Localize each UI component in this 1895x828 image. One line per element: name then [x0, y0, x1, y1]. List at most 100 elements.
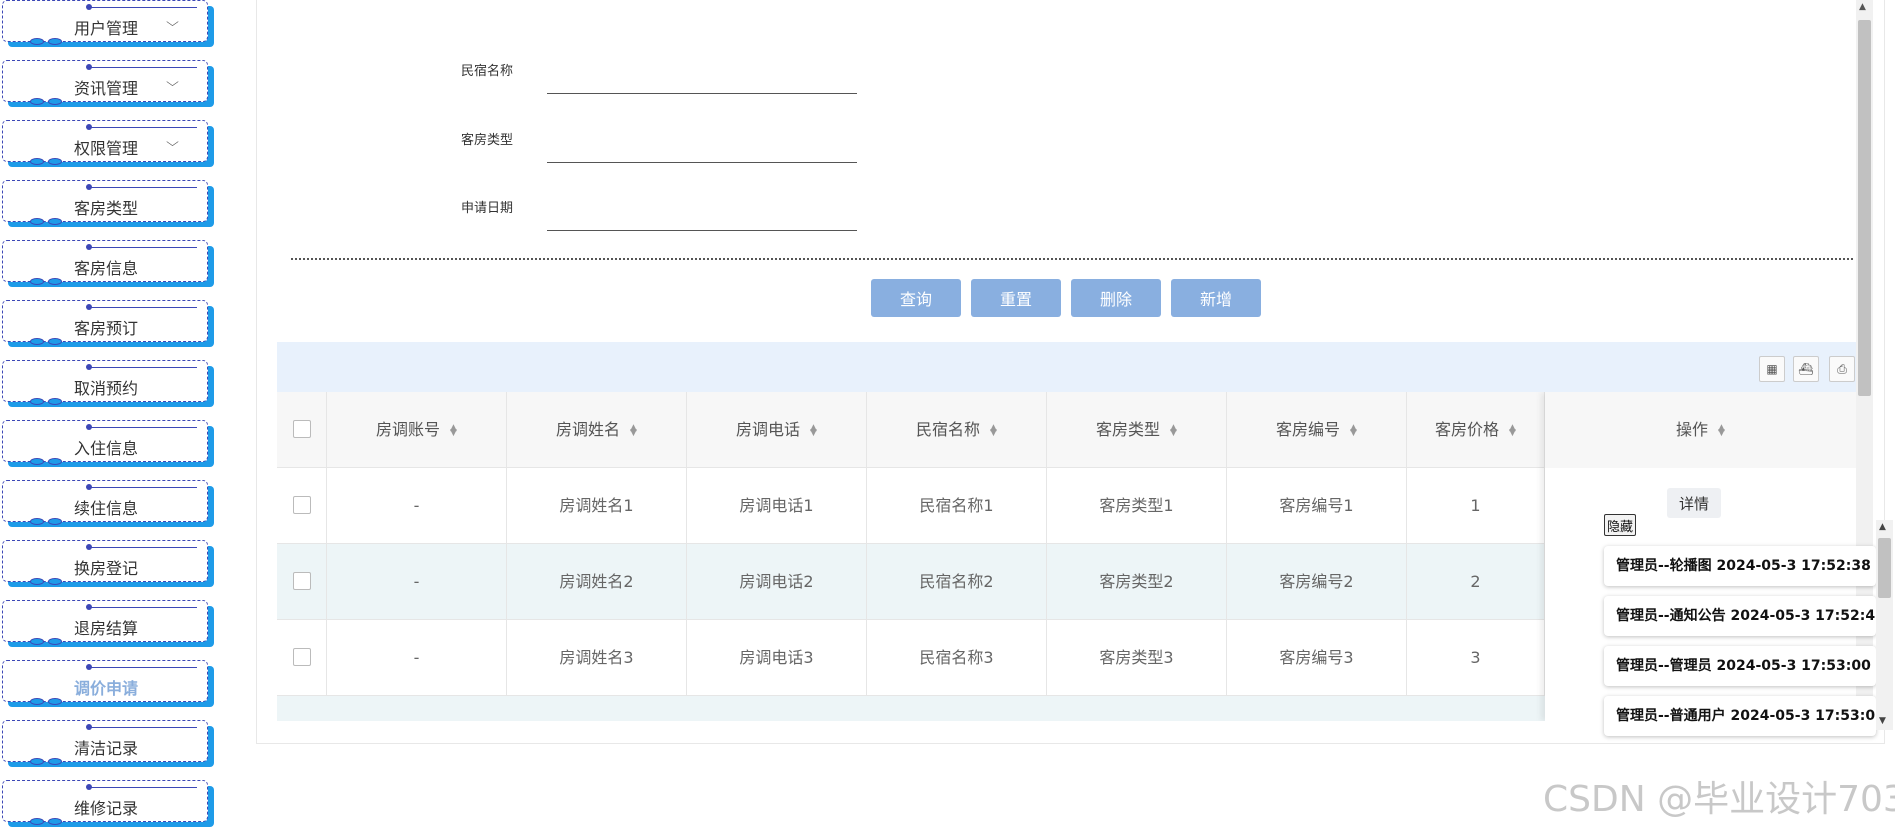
- decor-line: [87, 7, 197, 8]
- row-checkbox[interactable]: [293, 648, 311, 666]
- decor-dot: [48, 518, 62, 525]
- sidebar-item[interactable]: 维修记录: [0, 780, 214, 828]
- menu-card: 权限管理 ⌵: [2, 120, 208, 162]
- column-header[interactable]: 客房编号 ▲ ▼: [1227, 392, 1407, 468]
- decor-line: [87, 187, 197, 188]
- query-button[interactable]: 查询: [871, 279, 961, 317]
- scroll-thumb[interactable]: [1858, 20, 1871, 396]
- add-button[interactable]: 新增: [1171, 279, 1261, 317]
- scroll-thumb[interactable]: [1878, 538, 1891, 598]
- menu-card: 退房结算: [2, 600, 208, 642]
- menu-card: 换房登记: [2, 540, 208, 582]
- watermark: CSDN @毕业设计703: [1543, 779, 1895, 820]
- column-header[interactable]: 客房价格 ▲ ▼: [1407, 392, 1545, 468]
- sidebar-item[interactable]: 用户管理 ⌵: [0, 0, 214, 48]
- column-header[interactable]: 操作 ▲▼: [1545, 392, 1857, 468]
- sort-icon[interactable]: ▲▼: [1350, 423, 1357, 437]
- hide-button[interactable]: 隐藏: [1604, 514, 1636, 536]
- decor-dots: [30, 98, 72, 106]
- hotel-name-input[interactable]: [547, 68, 857, 94]
- notification-item: 管理员--管理员 2024-05-3 17:53:00: [1604, 646, 1876, 686]
- decor-line: [87, 247, 197, 248]
- table-cell: -: [327, 468, 507, 544]
- menu-card: 用户管理 ⌵: [2, 0, 208, 42]
- decor-line: [87, 427, 197, 428]
- sidebar-item[interactable]: 换房登记: [0, 540, 214, 588]
- column-header[interactable]: 房调电话 ▲ ▼: [687, 392, 867, 468]
- print-icon[interactable]: ⎙: [1829, 356, 1855, 382]
- sort-icon[interactable]: ▲▼: [1509, 423, 1516, 437]
- sort-icon[interactable]: ▲▼: [1170, 423, 1177, 437]
- decor-dot: [86, 244, 92, 250]
- delete-button[interactable]: 删除: [1071, 279, 1161, 317]
- column-header-label: 操作: [1676, 420, 1709, 439]
- sort-icon[interactable]: ▲▼: [1718, 423, 1725, 437]
- table-cell: -: [327, 544, 507, 620]
- sort-icon[interactable]: ▲▼: [810, 423, 817, 437]
- sidebar-item[interactable]: 客房类型: [0, 180, 214, 228]
- row-checkbox[interactable]: [293, 572, 311, 590]
- menu-card: 客房信息: [2, 240, 208, 282]
- notification-scrollbar[interactable]: ▲ ▼: [1876, 520, 1893, 730]
- scroll-down-icon[interactable]: ▼: [1879, 716, 1886, 726]
- table-cell: 民宿名称1: [867, 468, 1047, 544]
- chevron-down-icon[interactable]: ⌵: [166, 135, 179, 150]
- column-header-label: 房调电话: [736, 420, 801, 439]
- row-checkbox[interactable]: [293, 496, 311, 514]
- decor-line: [87, 127, 197, 128]
- sort-icon[interactable]: ▲▼: [990, 423, 997, 437]
- table-cell: 房调电话2: [687, 544, 867, 620]
- sort-icon[interactable]: ▲▼: [630, 423, 637, 437]
- field-label: 申请日期: [461, 201, 514, 216]
- columns-icon[interactable]: ▦: [1759, 356, 1785, 382]
- sidebar-item[interactable]: 调价申请: [0, 660, 214, 708]
- decor-dot: [48, 638, 62, 645]
- sidebar-item[interactable]: 取消预约: [0, 360, 214, 408]
- decor-dot: [86, 304, 92, 310]
- export-icon[interactable]: ⛴: [1793, 356, 1819, 382]
- sidebar-item[interactable]: 客房预订: [0, 300, 214, 348]
- column-header[interactable]: 民宿名称 ▲ ▼: [867, 392, 1047, 468]
- decor-dots: [30, 698, 72, 706]
- sidebar-item-label: 客房预订: [73, 319, 138, 338]
- column-header[interactable]: 房调账号 ▲ ▼: [327, 392, 507, 468]
- scroll-up-icon[interactable]: ▲: [1859, 2, 1866, 12]
- decor-dot: [86, 664, 92, 670]
- sort-icon[interactable]: ▲▼: [450, 423, 457, 437]
- reset-button[interactable]: 重置: [971, 279, 1061, 317]
- decor-line: [87, 667, 197, 668]
- sidebar-item[interactable]: 清洁记录: [0, 720, 214, 768]
- sidebar-item[interactable]: 退房结算: [0, 600, 214, 648]
- sidebar-item[interactable]: 入住信息: [0, 420, 214, 468]
- scroll-up-icon[interactable]: ▲: [1879, 522, 1886, 532]
- sidebar-item[interactable]: 资讯管理 ⌵: [0, 60, 214, 108]
- sidebar-item-label: 调价申请: [73, 679, 138, 698]
- chevron-down-icon[interactable]: ⌵: [166, 15, 179, 30]
- apply-date-input[interactable]: [547, 205, 857, 231]
- decor-dots: [30, 158, 72, 166]
- decor-dot: [48, 158, 62, 165]
- sidebar-item[interactable]: 客房信息: [0, 240, 214, 288]
- decor-line: [87, 547, 197, 548]
- column-header[interactable]: 房调姓名 ▲ ▼: [507, 392, 687, 468]
- sidebar-item-label: 清洁记录: [73, 739, 138, 758]
- room-type-input[interactable]: [547, 137, 857, 163]
- decor-dot: [86, 64, 92, 70]
- decor-dot: [48, 458, 62, 465]
- sidebar-item[interactable]: 续住信息: [0, 480, 214, 528]
- decor-dot: [30, 98, 44, 105]
- sidebar: 用户管理 ⌵ 资讯管理 ⌵ 权限管理 ⌵ 客房类型客房信息客房预订取消预约入住信息续住信息换…: [0, 0, 222, 828]
- decor-dot: [86, 544, 92, 550]
- notification-panel: 隐藏 管理员--轮播图 2024-05-3 17:52:38 管理员--通知公告…: [1604, 510, 1895, 736]
- select-all-checkbox[interactable]: [293, 420, 311, 438]
- chevron-down-icon[interactable]: ⌵: [166, 75, 179, 90]
- table-cell: 客房编号1: [1227, 468, 1407, 544]
- decor-dot: [30, 398, 44, 405]
- table-cell: 房调电话3: [687, 620, 867, 696]
- sidebar-item-label: 入住信息: [73, 439, 138, 458]
- sidebar-item[interactable]: 权限管理 ⌵: [0, 120, 214, 168]
- column-header[interactable]: 客房类型 ▲ ▼: [1047, 392, 1227, 468]
- decor-dot: [86, 604, 92, 610]
- select-cell: [277, 620, 327, 696]
- select-cell: [277, 544, 327, 620]
